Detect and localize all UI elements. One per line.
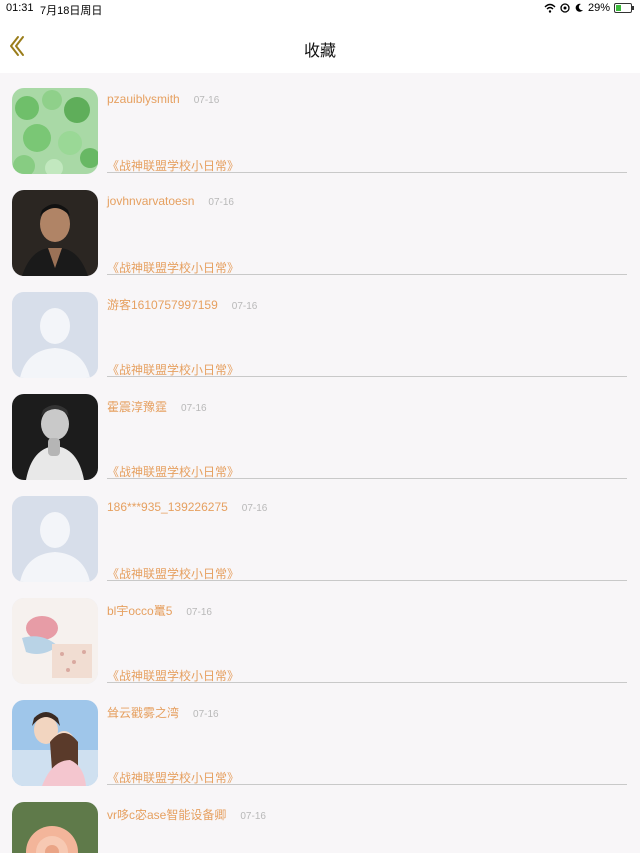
username[interactable]: 186***935_139226275 07-16 <box>107 500 267 514</box>
username[interactable]: jovhnvarvatoesn 07-16 <box>107 194 234 208</box>
username-text: bl宇occo鼍5 <box>107 604 173 618</box>
location-icon <box>560 3 570 13</box>
favorite-date: 07-16 <box>186 607 212 618</box>
list-item[interactable]: pzauiblysmith 07-16 《战神联盟学校小日常》 <box>0 73 640 175</box>
username[interactable]: 耸云戳雾之湾 07-16 <box>107 704 219 721</box>
favorite-date: 07-16 <box>241 503 268 514</box>
anime-couple <box>12 700 98 786</box>
clover-photo <box>12 88 98 174</box>
favorite-date: 07-16 <box>208 197 234 208</box>
battery-icon <box>614 3 634 13</box>
username-text: 霍震淳豫霆 <box>107 400 168 414</box>
divider <box>107 784 627 785</box>
status-time: 01:31 <box>6 2 34 14</box>
username[interactable]: pzauiblysmith 07-16 <box>107 92 219 106</box>
battery-percent: 29% <box>587 2 610 14</box>
divider <box>107 172 627 173</box>
divider <box>107 376 627 377</box>
username[interactable]: 游客1610757997159 07-16 <box>107 296 257 313</box>
avatar[interactable] <box>12 88 98 174</box>
username[interactable]: bl宇occo鼍5 07-16 <box>107 602 212 619</box>
list-item[interactable]: 游客1610757997159 07-16 《战神联盟学校小日常》 <box>0 277 640 379</box>
status-date: 7月18日周日 <box>40 5 103 17</box>
favorite-date: 07-16 <box>193 709 219 720</box>
avatar[interactable] <box>12 394 98 480</box>
man-portrait <box>12 190 98 276</box>
divider <box>107 478 627 479</box>
list-item[interactable]: jovhnvarvatoesn 07-16 《战神联盟学校小日常》 <box>0 175 640 277</box>
default-avatar <box>12 292 98 378</box>
username-text: vr哆c宓ase智能设备卿 <box>107 808 227 822</box>
status-bar: 01:31 7月18日周日 29% <box>0 0 640 17</box>
username-text: 186***935_139226275 <box>107 500 228 514</box>
rose-photo <box>12 802 98 853</box>
page-title: 收藏 <box>303 43 336 60</box>
divider <box>107 682 627 683</box>
username-text: pzauiblysmith <box>107 92 180 106</box>
avatar[interactable] <box>12 598 98 684</box>
favorite-date: 07-16 <box>240 811 266 822</box>
list-item[interactable]: 186***935_139226275 07-16 《战神联盟学校小日常》 <box>0 481 640 583</box>
username[interactable]: vr哆c宓ase智能设备卿 07-16 <box>107 806 266 823</box>
divider <box>107 580 627 581</box>
favorite-date: 07-16 <box>181 403 207 414</box>
username-text: 游客1610757997159 <box>107 298 218 312</box>
username-text: jovhnvarvatoesn <box>107 194 195 208</box>
wifi-icon <box>544 3 556 13</box>
list-item[interactable]: 耸云戳雾之湾 07-16 《战神联盟学校小日常》 <box>0 685 640 787</box>
default-avatar <box>12 496 98 582</box>
divider <box>107 274 627 275</box>
illustration <box>12 598 98 684</box>
man-bw-portrait <box>12 394 98 480</box>
username[interactable]: 霍震淳豫霆 07-16 <box>107 398 207 415</box>
favorites-list: pzauiblysmith 07-16 《战神联盟学校小日常》 jovhnvarv… <box>0 73 640 853</box>
list-item[interactable]: vr哆c宓ase智能设备卿 07-16 <box>0 787 640 853</box>
moon-icon <box>575 3 583 12</box>
status-icons: 29% <box>544 2 634 14</box>
avatar[interactable] <box>12 700 98 786</box>
favorite-date: 07-16 <box>193 95 220 106</box>
avatar[interactable] <box>12 802 98 853</box>
list-item[interactable]: bl宇occo鼍5 07-16 《战神联盟学校小日常》 <box>0 583 640 685</box>
avatar[interactable] <box>12 496 98 582</box>
avatar[interactable] <box>12 292 98 378</box>
favorite-date: 07-16 <box>231 301 258 312</box>
list-item[interactable]: 霍震淳豫霆 07-16 《战神联盟学校小日常》 <box>0 379 640 481</box>
username-text: 耸云戳雾之湾 <box>107 706 180 720</box>
avatar[interactable] <box>12 190 98 276</box>
